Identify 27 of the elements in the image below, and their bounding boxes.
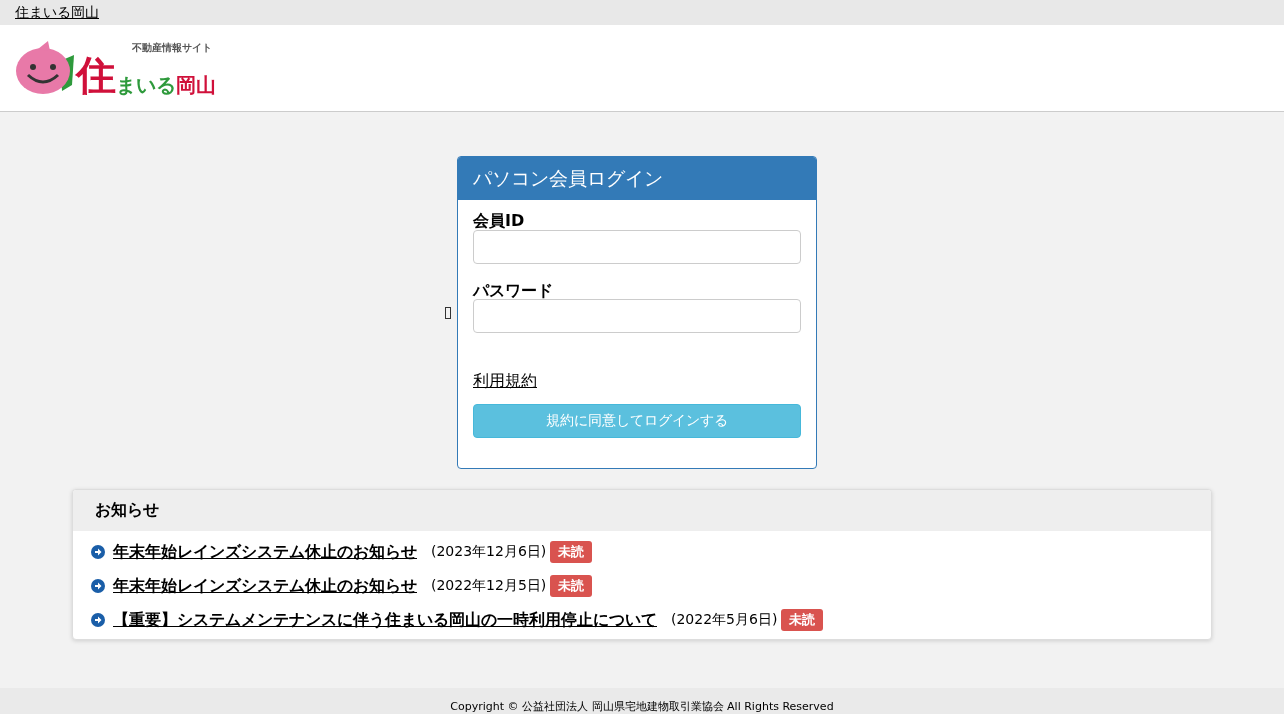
field-label: 会員ID (473, 212, 526, 230)
site-link[interactable]: 住まいる岡山 (15, 3, 99, 22)
news-date: (2022年5月6日) (671, 611, 778, 630)
panel-title: お知らせ (73, 490, 1211, 532)
field-label: パスワード (473, 281, 554, 300)
news-date: (2023年12月6日) (431, 543, 547, 562)
news-date: (2022年12月5日) (431, 577, 547, 596)
logo-text: 住 (76, 55, 116, 95)
logo-text: 岡山 (176, 75, 216, 95)
unread-badge: 未読 (550, 575, 593, 598)
logo-text: まいる (116, 75, 176, 95)
unread-badge: 未読 (550, 541, 593, 564)
card-title: パソコン会員ログイン (458, 157, 816, 200)
terms-link[interactable]: 利用規約 (473, 371, 537, 393)
copyright-text: Copyright © 公益社団法人 岡山県宅地建物取引業協会 All Rights Reserved (450, 700, 834, 714)
input-field[interactable] (473, 299, 801, 334)
arrow-circle-icon (91, 579, 105, 594)
mascot-drawing (16, 41, 74, 95)
logo-tagline: 不動産情報サイト (132, 41, 213, 55)
news-link[interactable]: 年末年始レインズシステム休止のお知らせ (113, 541, 417, 563)
arrow-circle-icon (91, 545, 105, 560)
news-link[interactable]: 年末年始レインズシステム休止のお知らせ (113, 575, 417, 597)
input-field[interactable] (473, 229, 801, 264)
missing-glyph-icon (445, 306, 451, 319)
arrow-circle-icon (91, 613, 105, 628)
unread-badge: 未読 (781, 609, 824, 632)
news-link[interactable]: 【重要】システムメンテナンスに伴う住まいる岡山の一時利用停止について (113, 609, 657, 631)
